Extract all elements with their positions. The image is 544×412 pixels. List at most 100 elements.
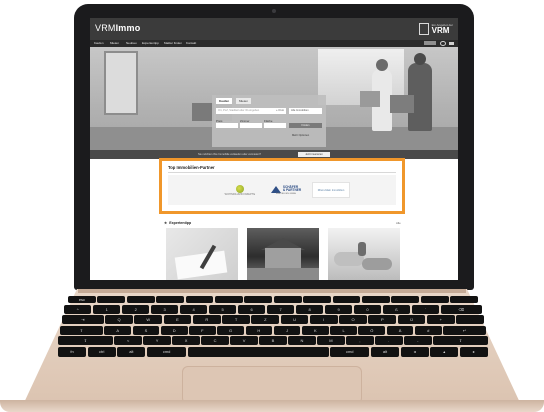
keyboard-key[interactable]: ⇧ [433, 336, 488, 345]
nav-item[interactable]: Mieten [110, 41, 119, 46]
keyboard-key[interactable]: A [104, 325, 132, 335]
keyboard-key[interactable]: cmd [146, 346, 187, 357]
keyboard-key[interactable] [303, 296, 332, 303]
keyboard-key[interactable]: W [134, 315, 163, 324]
keyboard-key[interactable] [420, 296, 449, 303]
keyboard-key[interactable]: 4 [179, 304, 208, 314]
keyboard-key[interactable]: ^ [64, 304, 92, 314]
keyboard-key[interactable]: alt [370, 346, 400, 357]
keyboard-key[interactable]: ⇧ [58, 336, 113, 345]
keyboard-key[interactable]: ↵ [443, 325, 486, 335]
nav-item[interactable]: Kontakt [186, 41, 196, 46]
keyboard-key[interactable]: ctrl [87, 346, 116, 357]
keyboard-key[interactable]: F [189, 325, 216, 335]
keyboard-key[interactable]: ⇥ [62, 315, 104, 324]
keyboard-key[interactable] [214, 296, 243, 303]
keyboard-key[interactable]: . [375, 336, 403, 345]
property-type-select[interactable]: Alle Immobilien [289, 108, 322, 114]
rooms-select[interactable] [240, 123, 262, 128]
partner-logo[interactable]: Rhein-Main Immobilien [312, 182, 350, 198]
keyboard-key[interactable]: E [163, 315, 192, 324]
keyboard-key[interactable]: H [245, 325, 273, 335]
keyboard-key[interactable]: - [404, 336, 432, 345]
keyboard-key[interactable]: ß [382, 304, 411, 314]
keyboard-key[interactable]: N [288, 336, 316, 345]
keyboard-key[interactable]: < [114, 336, 142, 345]
keyboard-key[interactable]: ⌫ [440, 304, 482, 314]
vrm-brand[interactable]: Ein Angebot der VRM [418, 22, 453, 36]
keyboard-key[interactable]: fn [58, 346, 87, 357]
keyboard-key[interactable] [361, 296, 390, 303]
keyboard-key[interactable]: Z [251, 315, 280, 324]
keyboard-key[interactable] [126, 296, 155, 303]
site-logo[interactable]: VRMImmo [95, 23, 140, 33]
keyboard-key[interactable] [187, 346, 329, 357]
keyboard-key[interactable]: 1 [92, 304, 121, 314]
nav-item[interactable]: Expertentipp [142, 41, 159, 46]
keyboard-key[interactable]: 6 [237, 304, 266, 314]
keyboard-key[interactable]: ▸ [459, 346, 488, 357]
keyboard-key[interactable]: T [222, 315, 250, 324]
keyboard-key[interactable]: C [201, 336, 229, 345]
keyboard-key[interactable]: ◂ [400, 346, 429, 357]
keyboard-key[interactable]: ´ [411, 304, 440, 314]
tab-mieten[interactable]: Mieten [236, 98, 252, 104]
nav-item[interactable]: Kaufen [94, 41, 104, 46]
keyboard-key[interactable]: U [280, 315, 309, 324]
keyboard-key[interactable]: ▴ [430, 346, 459, 357]
keyboard-key[interactable]: 8 [295, 304, 324, 314]
keyboard-key[interactable]: X [172, 336, 200, 345]
keyboard-key[interactable]: alt [117, 346, 146, 357]
keyboard-key[interactable]: R [192, 315, 221, 324]
keyboard-key[interactable]: 5 [208, 304, 237, 314]
area-select[interactable] [264, 123, 286, 128]
tab-kaufen[interactable]: Kaufen [216, 98, 233, 104]
keyboard-key[interactable]: J [273, 325, 301, 335]
partner-logo[interactable]: WOHNRAUMKONZEPTE [220, 182, 260, 198]
keyboard-key[interactable]: K [301, 325, 329, 335]
keyboard-key[interactable]: M [317, 336, 345, 345]
keyboard-key[interactable]: L [330, 325, 357, 335]
keyboard-key[interactable]: Q [105, 315, 133, 324]
more-options-link[interactable]: Mehr Optionen [292, 134, 309, 137]
keyboard-key[interactable]: V [230, 336, 258, 345]
search-button[interactable]: Finden [289, 123, 322, 128]
trackpad[interactable] [182, 366, 362, 404]
nav-item[interactable]: Neubau [126, 41, 137, 46]
keyboard-key[interactable]: 9 [324, 304, 353, 314]
keyboard-key[interactable]: cmd [330, 346, 370, 357]
keyboard-key[interactable]: I [309, 315, 338, 324]
expert-card[interactable] [328, 228, 400, 280]
keyboard-key[interactable]: O [339, 315, 367, 324]
keyboard-key[interactable]: # [414, 325, 442, 335]
keyboard-key[interactable]: S [132, 325, 160, 335]
expert-card[interactable] [247, 228, 319, 280]
keyboard-key[interactable]: , [346, 336, 374, 345]
keyboard-key[interactable] [97, 296, 126, 303]
nav-item[interactable]: Makler finden [164, 41, 182, 46]
keyboard-key[interactable]: Ö [358, 325, 386, 335]
price-select[interactable] [216, 123, 238, 128]
keyboard-key[interactable]: Ü [397, 315, 426, 324]
keyboard-key[interactable]: 0 [353, 304, 382, 314]
keyboard-key[interactable]: + [426, 315, 455, 324]
keyboard-key[interactable] [391, 296, 420, 303]
keyboard-key[interactable]: B [259, 336, 287, 345]
keyboard-key[interactable] [273, 296, 302, 303]
keyboard-key[interactable]: 2 [121, 304, 150, 314]
keyboard-key[interactable]: Y [143, 336, 171, 345]
expert-card[interactable] [166, 228, 238, 280]
keyboard-key[interactable] [456, 315, 484, 324]
keyboard-key[interactable] [244, 296, 273, 303]
keyboard-key[interactable]: 7 [266, 304, 295, 314]
keyboard-key[interactable] [332, 296, 361, 303]
login-link[interactable] [424, 41, 436, 45]
expert-all-link[interactable]: Alle [396, 221, 401, 225]
keyboard-key[interactable]: esc [68, 296, 96, 303]
partner-logo[interactable]: SCHÄFER & PARTNER IMMOBILIEN GMBH [268, 182, 304, 198]
radius-select[interactable]: + 0 km [272, 108, 286, 114]
keyboard-key[interactable]: 3 [150, 304, 179, 314]
keyboard-key[interactable] [185, 296, 214, 303]
keyboard-key[interactable]: D [160, 325, 188, 335]
keyboard-key[interactable] [156, 296, 185, 303]
